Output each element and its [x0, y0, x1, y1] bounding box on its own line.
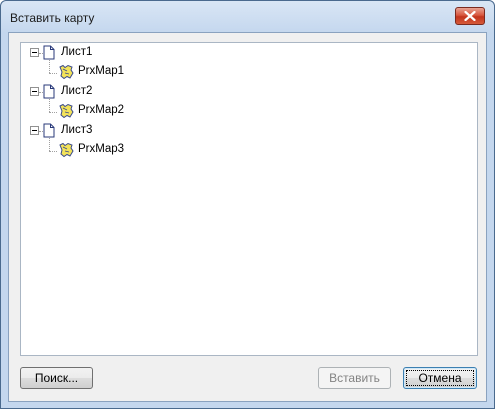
- focus-rectangle: [406, 370, 474, 386]
- cancel-button[interactable]: Отмена: [403, 367, 477, 389]
- dialog-window: Вставить карту Лист1 PrxMap1 Лист2 PrxMa…: [0, 0, 495, 409]
- tree-child-label[interactable]: PrxMap2: [78, 104, 124, 116]
- tree-node-label[interactable]: Лист3: [61, 124, 92, 136]
- window-title: Вставить карту: [10, 11, 95, 25]
- title-bar[interactable]: Вставить карту: [1, 1, 494, 33]
- dialog-body: Лист1 PrxMap1 Лист2 PrxMap2 Лист3 PrxMap…: [8, 32, 487, 402]
- map-icon: [59, 64, 74, 80]
- collapse-icon[interactable]: [30, 126, 39, 135]
- collapse-icon[interactable]: [30, 87, 39, 96]
- document-icon: [43, 123, 55, 138]
- search-button[interactable]: Поиск...: [20, 367, 93, 389]
- tree-child-label[interactable]: PrxMap1: [78, 65, 124, 77]
- document-icon: [43, 45, 55, 60]
- sheet-map-tree[interactable]: Лист1 PrxMap1 Лист2 PrxMap2 Лист3 PrxMap…: [20, 42, 478, 356]
- insert-button[interactable]: Вставить: [318, 367, 391, 389]
- close-button[interactable]: [455, 7, 485, 25]
- close-icon: [464, 11, 476, 21]
- map-icon: [59, 142, 74, 158]
- collapse-icon[interactable]: [30, 48, 39, 57]
- map-icon: [59, 103, 74, 119]
- tree-node-label[interactable]: Лист2: [61, 85, 92, 97]
- tree-node-label[interactable]: Лист1: [61, 46, 92, 58]
- tree-child-label[interactable]: PrxMap3: [78, 143, 124, 155]
- document-icon: [43, 84, 55, 99]
